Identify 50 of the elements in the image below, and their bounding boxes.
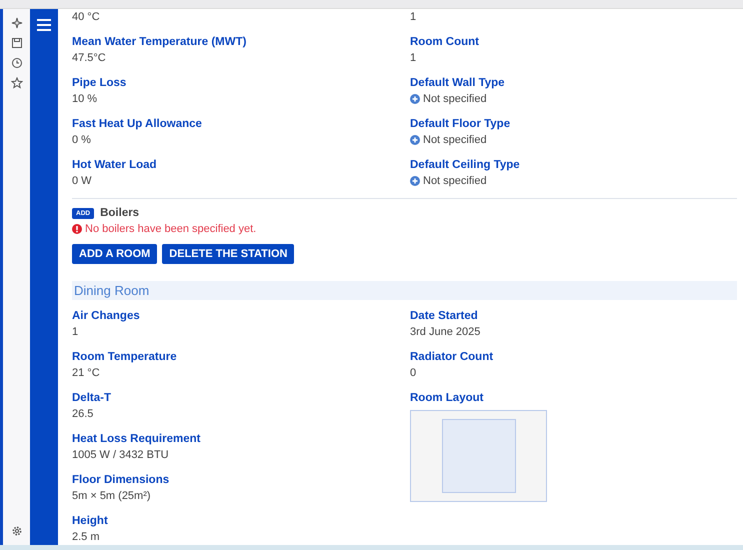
clock-icon[interactable] [10,57,22,69]
add-icon[interactable] [410,176,420,186]
field-label: Heat Loss Requirement [72,432,202,447]
field-value: 47.5°C [72,51,107,66]
error-message: No boilers have been specified yet. [85,222,256,237]
section-title: Boilers [100,207,140,219]
field-label: Room Layout [410,391,484,406]
field-value: 10 % [72,92,98,107]
field-label: Default Wall Type [410,76,506,91]
action-button[interactable]: DELETE THE STATION [162,244,294,264]
field-label: Mean Water Temperature (MWT) [72,35,248,50]
field-value: 1 [72,325,80,340]
field-label: Room Count [410,35,480,50]
room-header: Dining Room [72,281,737,300]
menu-icon[interactable] [37,19,51,31]
field-label: Default Floor Type [410,117,512,132]
field-value: 1005 W / 3432 BTU [72,448,170,463]
field-label: Delta-T [72,391,112,406]
save-icon[interactable] [10,37,22,49]
field-value: Not specified [423,92,487,107]
field-value: 21 °C [72,366,101,381]
field-label: Pipe Loss [72,76,128,91]
field-value: 5m × 5m (25m²) [72,489,152,504]
add-icon[interactable] [410,135,420,145]
field-value: 40 °C [72,10,101,25]
settings-icon[interactable] [10,525,22,537]
sparkle-icon[interactable] [10,17,22,29]
field-value: 3rd June 2025 [410,325,482,340]
field-label: Radiator Count [410,350,494,365]
field-value: 26.5 [72,407,94,422]
field-label: Floor Dimensions [72,473,170,488]
field-label: Height [72,514,109,529]
field-value: Not specified [423,174,487,189]
field-value: 0 W [72,174,93,189]
field-label: Room Temperature [72,350,178,365]
field-value: Not specified [423,133,487,148]
field-label: Air Changes [72,309,141,324]
action-button[interactable]: ADD A ROOM [72,244,158,264]
field-value: 0 % [72,133,92,148]
field-value: 1 [410,10,418,25]
error-icon [72,224,82,234]
field-label: Fast Heat Up Allowance [72,117,203,132]
field-value: 0 [410,366,418,381]
field-label: Date Started [410,309,479,324]
field-value: 2.5 m [72,530,101,545]
star-icon[interactable] [10,77,22,89]
field-label: Hot Water Load [72,158,158,173]
field-label: Default Ceiling Type [410,158,520,173]
field-value: 1 [410,51,418,66]
add-icon[interactable] [410,94,420,104]
